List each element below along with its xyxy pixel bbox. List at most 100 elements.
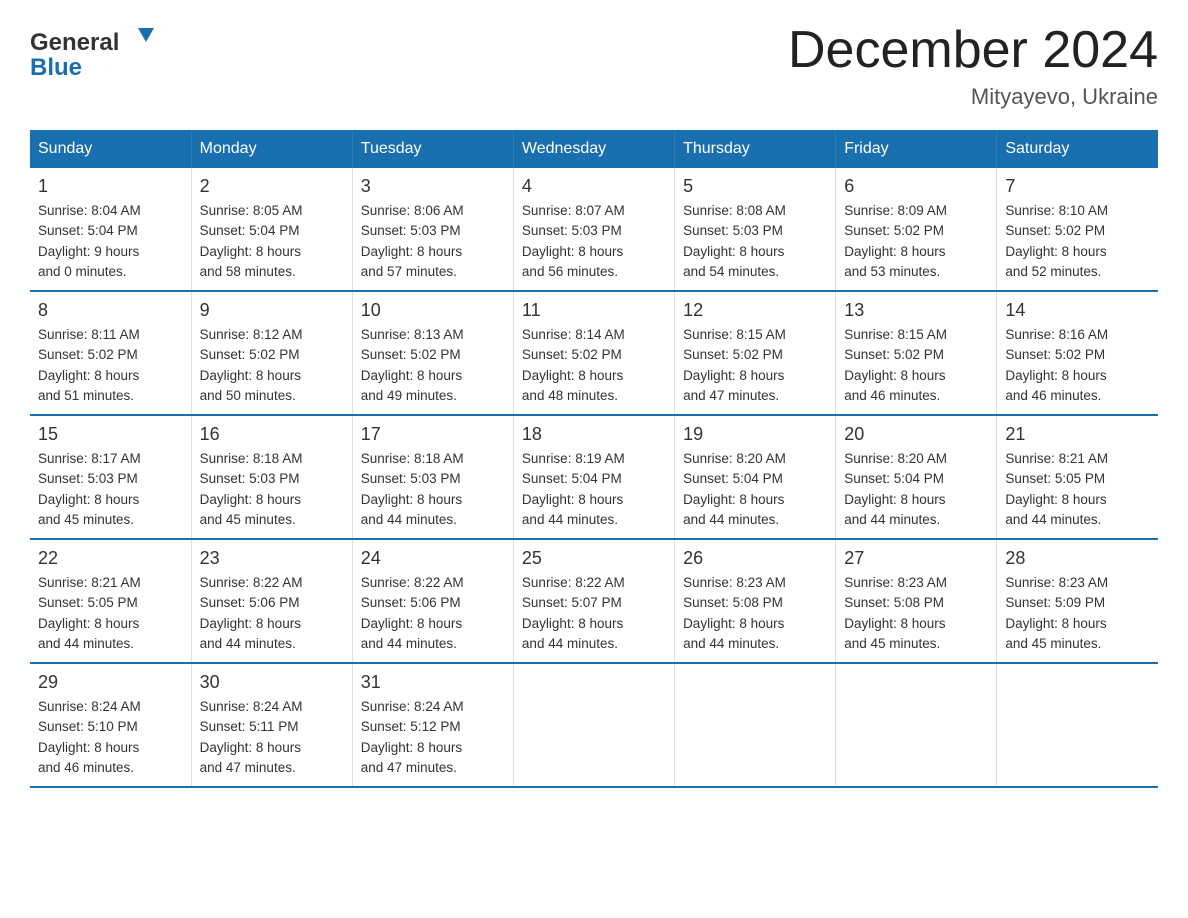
table-row: 29Sunrise: 8:24 AMSunset: 5:10 PMDayligh… <box>30 663 191 787</box>
table-row: 20 Sunrise: 8:20 AMSunset: 5:04 PMDayligh… <box>836 415 997 539</box>
table-row: 23 Sunrise: 8:22 AMSunset: 5:06 PMDayligh… <box>191 539 352 663</box>
calendar-table: Sunday Monday Tuesday Wednesday Thursday… <box>30 130 1158 788</box>
table-row: 30 Sunrise: 8:24 AMSunset: 5:11 PMDayligh… <box>191 663 352 787</box>
day-info: Sunrise: 8:24 AMSunset: 5:12 PMDaylight:… <box>361 697 505 778</box>
table-row: 6 Sunrise: 8:09 AMSunset: 5:02 PMDaylight… <box>836 168 997 291</box>
day-number: 7 <box>1005 176 1150 197</box>
day-info: Sunrise: 8:15 AMSunset: 5:02 PMDaylight:… <box>683 325 827 406</box>
table-row: 5 Sunrise: 8:08 AMSunset: 5:03 PMDaylight… <box>675 168 836 291</box>
col-wednesday: Wednesday <box>513 130 674 168</box>
table-row: 10Sunrise: 8:13 AMSunset: 5:02 PMDayligh… <box>352 291 513 415</box>
day-number: 8 <box>38 300 183 321</box>
day-info: Sunrise: 8:12 AMSunset: 5:02 PMDaylight:… <box>200 325 344 406</box>
day-number: 9 <box>200 300 344 321</box>
day-number: 31 <box>361 672 505 693</box>
day-number: 27 <box>844 548 988 569</box>
svg-text:Blue: Blue <box>30 54 82 80</box>
table-row: 22 Sunrise: 8:21 AMSunset: 5:05 PMDayligh… <box>30 539 191 663</box>
table-row: 26Sunrise: 8:23 AMSunset: 5:08 PMDayligh… <box>675 539 836 663</box>
table-row <box>836 663 997 787</box>
day-number: 19 <box>683 424 827 445</box>
day-info: Sunrise: 8:05 AMSunset: 5:04 PMDaylight:… <box>200 201 344 282</box>
calendar-week-row: 1 Sunrise: 8:04 AMSunset: 5:04 PMDaylight… <box>30 168 1158 291</box>
table-row: 4 Sunrise: 8:07 AMSunset: 5:03 PMDaylight… <box>513 168 674 291</box>
calendar-header-row: Sunday Monday Tuesday Wednesday Thursday… <box>30 130 1158 168</box>
day-number: 25 <box>522 548 666 569</box>
day-info: Sunrise: 8:20 AMSunset: 5:04 PMDaylight:… <box>683 449 827 530</box>
day-info: Sunrise: 8:22 AMSunset: 5:06 PMDaylight:… <box>200 573 344 654</box>
day-info: Sunrise: 8:06 AMSunset: 5:03 PMDaylight:… <box>361 201 505 282</box>
logo: General Blue <box>30 20 160 80</box>
table-row: 14 Sunrise: 8:16 AMSunset: 5:02 PMDayligh… <box>997 291 1158 415</box>
table-row: 12 Sunrise: 8:15 AMSunset: 5:02 PMDayligh… <box>675 291 836 415</box>
day-info: Sunrise: 8:10 AMSunset: 5:02 PMDaylight:… <box>1005 201 1150 282</box>
day-info: Sunrise: 8:17 AMSunset: 5:03 PMDaylight:… <box>38 449 183 530</box>
day-info: Sunrise: 8:13 AMSunset: 5:02 PMDaylight:… <box>361 325 505 406</box>
day-info: Sunrise: 8:09 AMSunset: 5:02 PMDaylight:… <box>844 201 988 282</box>
day-number: 18 <box>522 424 666 445</box>
day-info: Sunrise: 8:15 AMSunset: 5:02 PMDaylight:… <box>844 325 988 406</box>
day-info: Sunrise: 8:18 AMSunset: 5:03 PMDaylight:… <box>200 449 344 530</box>
table-row: 25 Sunrise: 8:22 AMSunset: 5:07 PMDayligh… <box>513 539 674 663</box>
table-row: 31 Sunrise: 8:24 AMSunset: 5:12 PMDayligh… <box>352 663 513 787</box>
day-number: 4 <box>522 176 666 197</box>
day-number: 21 <box>1005 424 1150 445</box>
svg-text:General: General <box>30 29 119 56</box>
table-row: 27 Sunrise: 8:23 AMSunset: 5:08 PMDayligh… <box>836 539 997 663</box>
day-info: Sunrise: 8:18 AMSunset: 5:03 PMDaylight:… <box>361 449 505 530</box>
day-info: Sunrise: 8:23 AMSunset: 5:08 PMDaylight:… <box>683 573 827 654</box>
day-number: 30 <box>200 672 344 693</box>
day-number: 6 <box>844 176 988 197</box>
day-info: Sunrise: 8:11 AMSunset: 5:02 PMDaylight:… <box>38 325 183 406</box>
table-row: 17Sunrise: 8:18 AMSunset: 5:03 PMDayligh… <box>352 415 513 539</box>
day-number: 5 <box>683 176 827 197</box>
table-row <box>997 663 1158 787</box>
col-friday: Friday <box>836 130 997 168</box>
day-info: Sunrise: 8:16 AMSunset: 5:02 PMDaylight:… <box>1005 325 1150 406</box>
day-number: 1 <box>38 176 183 197</box>
day-number: 13 <box>844 300 988 321</box>
day-number: 28 <box>1005 548 1150 569</box>
col-saturday: Saturday <box>997 130 1158 168</box>
day-number: 14 <box>1005 300 1150 321</box>
table-row: 21Sunrise: 8:21 AMSunset: 5:05 PMDayligh… <box>997 415 1158 539</box>
day-number: 3 <box>361 176 505 197</box>
day-number: 22 <box>38 548 183 569</box>
table-row: 3 Sunrise: 8:06 AMSunset: 5:03 PMDaylight… <box>352 168 513 291</box>
logo-icon: General Blue <box>30 20 160 80</box>
day-info: Sunrise: 8:04 AMSunset: 5:04 PMDaylight:… <box>38 201 183 282</box>
calendar-week-row: 22 Sunrise: 8:21 AMSunset: 5:05 PMDayligh… <box>30 539 1158 663</box>
table-row: 9 Sunrise: 8:12 AMSunset: 5:02 PMDaylight… <box>191 291 352 415</box>
title-section: December 2024 Mityayevo, Ukraine <box>788 20 1158 110</box>
day-info: Sunrise: 8:20 AMSunset: 5:04 PMDaylight:… <box>844 449 988 530</box>
day-number: 29 <box>38 672 183 693</box>
day-info: Sunrise: 8:23 AMSunset: 5:08 PMDaylight:… <box>844 573 988 654</box>
day-info: Sunrise: 8:14 AMSunset: 5:02 PMDaylight:… <box>522 325 666 406</box>
day-number: 24 <box>361 548 505 569</box>
day-number: 2 <box>200 176 344 197</box>
table-row: 19 Sunrise: 8:20 AMSunset: 5:04 PMDayligh… <box>675 415 836 539</box>
day-info: Sunrise: 8:23 AMSunset: 5:09 PMDaylight:… <box>1005 573 1150 654</box>
day-info: Sunrise: 8:22 AMSunset: 5:07 PMDaylight:… <box>522 573 666 654</box>
table-row: 2 Sunrise: 8:05 AMSunset: 5:04 PMDaylight… <box>191 168 352 291</box>
table-row: 8 Sunrise: 8:11 AMSunset: 5:02 PMDaylight… <box>30 291 191 415</box>
table-row: 7 Sunrise: 8:10 AMSunset: 5:02 PMDaylight… <box>997 168 1158 291</box>
day-number: 11 <box>522 300 666 321</box>
day-info: Sunrise: 8:24 AMSunset: 5:11 PMDaylight:… <box>200 697 344 778</box>
day-info: Sunrise: 8:22 AMSunset: 5:06 PMDaylight:… <box>361 573 505 654</box>
table-row: 15 Sunrise: 8:17 AMSunset: 5:03 PMDayligh… <box>30 415 191 539</box>
day-number: 20 <box>844 424 988 445</box>
day-info: Sunrise: 8:07 AMSunset: 5:03 PMDaylight:… <box>522 201 666 282</box>
table-row <box>513 663 674 787</box>
table-row: 1 Sunrise: 8:04 AMSunset: 5:04 PMDaylight… <box>30 168 191 291</box>
calendar-week-row: 29Sunrise: 8:24 AMSunset: 5:10 PMDayligh… <box>30 663 1158 787</box>
day-info: Sunrise: 8:21 AMSunset: 5:05 PMDaylight:… <box>38 573 183 654</box>
day-number: 16 <box>200 424 344 445</box>
page-title: December 2024 <box>788 20 1158 80</box>
day-number: 15 <box>38 424 183 445</box>
day-number: 23 <box>200 548 344 569</box>
day-info: Sunrise: 8:08 AMSunset: 5:03 PMDaylight:… <box>683 201 827 282</box>
calendar-week-row: 15 Sunrise: 8:17 AMSunset: 5:03 PMDayligh… <box>30 415 1158 539</box>
table-row: 18Sunrise: 8:19 AMSunset: 5:04 PMDayligh… <box>513 415 674 539</box>
day-number: 12 <box>683 300 827 321</box>
